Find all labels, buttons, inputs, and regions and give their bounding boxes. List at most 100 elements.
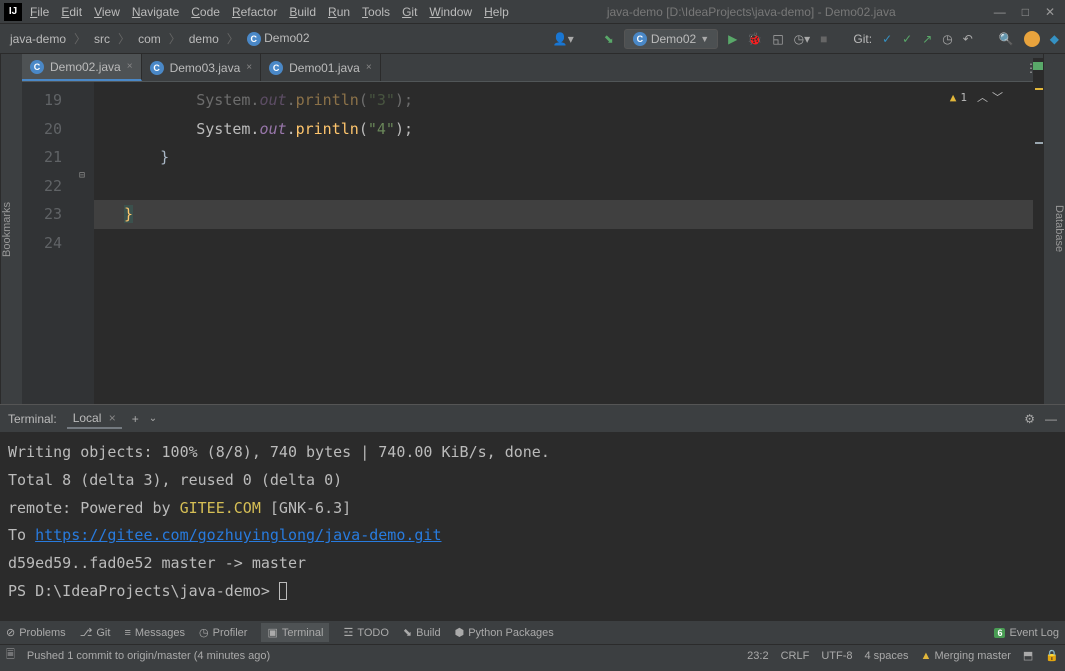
tool-python-packages[interactable]: ⬢Python Packages: [455, 626, 554, 639]
new-terminal-button[interactable]: +: [132, 412, 139, 426]
line-separator[interactable]: CRLF: [781, 650, 810, 662]
tool-terminal[interactable]: ▣ Terminal: [261, 623, 329, 642]
caret-marker: [1035, 142, 1043, 144]
tab-label: Demo02.java: [50, 60, 121, 74]
status-icon[interactable]: 🗏: [6, 646, 15, 665]
chevron-up-icon[interactable]: ︿: [977, 88, 988, 109]
right-tool-stripe: DatabaseSciView: [1043, 54, 1065, 404]
tool-event-log[interactable]: 6Event Log: [994, 627, 1059, 639]
chevron-down-icon[interactable]: ﹀: [992, 88, 1003, 109]
profile-icon[interactable]: ◷▾: [794, 32, 811, 46]
class-icon: C: [30, 60, 44, 74]
breadcrumb-separator: 〉: [227, 30, 239, 47]
git-history-icon[interactable]: ◷: [942, 32, 952, 46]
git-update-icon[interactable]: ✓: [882, 32, 892, 46]
minimize-button[interactable]: ―: [994, 5, 1006, 19]
warning-icon: ▲: [921, 650, 935, 662]
editor-tab[interactable]: CDemo03.java×: [142, 54, 262, 81]
breadcrumb-item[interactable]: com: [134, 30, 165, 48]
tool-label: Profiler: [213, 627, 248, 639]
close-icon[interactable]: ×: [246, 62, 252, 73]
tool-label: Terminal: [282, 627, 324, 639]
editor-tab[interactable]: C Demo02.java ×: [22, 54, 142, 81]
analysis-ok-marker[interactable]: [1033, 62, 1043, 70]
breadcrumb-item[interactable]: src: [90, 30, 114, 48]
menu-view[interactable]: View: [94, 5, 120, 19]
ide-logo: IJ: [4, 3, 22, 21]
analysis-indicator[interactable]: ▲ 1 ︿ ﹀: [950, 88, 1003, 109]
terminal-settings-icon[interactable]: ⚙: [1024, 412, 1035, 426]
run-config-label: Demo02: [651, 32, 696, 46]
tool-git[interactable]: ⎇Git: [80, 626, 111, 639]
caret-position[interactable]: 23:2: [747, 650, 768, 662]
terminal-output[interactable]: Writing objects: 100% (8/8), 740 bytes |…: [0, 433, 1065, 620]
ide-features-icon[interactable]: ◆: [1050, 32, 1059, 46]
editor-tabs: CDemo02.java×CDemo03.java×CDemo01.java×⋮: [22, 54, 1043, 82]
indent-info[interactable]: 4 spaces: [864, 650, 908, 662]
menu-refactor[interactable]: Refactor: [232, 5, 277, 19]
breadcrumb-item[interactable]: demo: [185, 30, 223, 48]
close-button[interactable]: ✕: [1045, 5, 1055, 19]
editor-tab[interactable]: CDemo01.java×: [261, 54, 381, 81]
tool-label: Event Log: [1009, 627, 1059, 639]
terminal-icon: ▣: [267, 626, 277, 639]
stop-icon[interactable]: ■: [820, 32, 827, 46]
tool-messages[interactable]: ≡Messages: [124, 627, 185, 639]
menu-build[interactable]: Build: [289, 5, 316, 19]
tool-window-bookmarks[interactable]: Bookmarks: [1, 201, 13, 256]
menu-git[interactable]: Git: [402, 5, 417, 19]
python-icon: ⬢: [455, 626, 465, 639]
breadcrumb-item[interactable]: java-demo: [6, 30, 70, 48]
problems-icon: ⊘: [6, 626, 15, 639]
avatar-icon[interactable]: [1024, 31, 1040, 47]
tool-label: Problems: [19, 627, 65, 639]
terminal-link[interactable]: https://gitee.com/gozhuyinglong/java-dem…: [35, 526, 441, 544]
maximize-button[interactable]: □: [1022, 5, 1029, 19]
class-icon: C: [633, 32, 647, 46]
main-menu: File Edit View Navigate Code Refactor Build Run…: [30, 5, 509, 19]
menu-edit[interactable]: Edit: [61, 5, 82, 19]
git-commit-icon[interactable]: ✓: [902, 32, 912, 46]
tool-problems[interactable]: ⊘ Problems: [6, 626, 66, 639]
tool-profiler[interactable]: ◷Profiler: [199, 626, 247, 639]
close-icon[interactable]: ×: [127, 61, 133, 72]
tool-todo[interactable]: ☲TODO: [343, 626, 388, 639]
menu-file[interactable]: File: [30, 5, 49, 19]
left-tool-stripe: BookmarksCommitStructureProject: [0, 54, 22, 404]
add-config-icon[interactable]: 👤▾: [553, 32, 574, 46]
menu-run[interactable]: Run: [328, 5, 350, 19]
terminal-hide-button[interactable]: —: [1045, 412, 1057, 426]
warning-marker[interactable]: [1035, 88, 1043, 90]
terminal-tab-label: Local: [73, 411, 102, 425]
tool-window-database[interactable]: Database: [1053, 205, 1065, 252]
terminal-cursor: [279, 582, 287, 600]
terminal-title: Terminal:: [8, 412, 57, 426]
coverage-icon[interactable]: ◱: [772, 32, 783, 46]
menu-window[interactable]: Window: [429, 5, 472, 19]
lock-icon[interactable]: 🔒: [1045, 649, 1059, 662]
terminal-tab-local[interactable]: Local ×: [67, 409, 122, 429]
close-icon[interactable]: ×: [366, 62, 372, 73]
tool-build[interactable]: ⬊Build: [403, 626, 441, 639]
hammer-icon[interactable]: ⬊: [604, 32, 614, 46]
code-editor[interactable]: System.out.println("3"); System.out.prin…: [94, 82, 1043, 404]
menu-code[interactable]: Code: [191, 5, 220, 19]
menu-help[interactable]: Help: [484, 5, 509, 19]
run-config-selector[interactable]: C Demo02 ▼: [624, 29, 718, 49]
terminal-dropdown-icon[interactable]: ⌄: [149, 413, 157, 424]
git-push-icon[interactable]: ↗: [922, 32, 932, 46]
memory-indicator-icon[interactable]: ⬒: [1023, 649, 1033, 662]
fold-marker-icon[interactable]: ⊟: [70, 166, 94, 185]
git-status[interactable]: ▲ Merging master: [921, 650, 1011, 662]
git-rollback-icon[interactable]: ↶: [963, 32, 973, 46]
run-icon[interactable]: ▶: [728, 32, 737, 46]
search-icon[interactable]: 🔍: [999, 32, 1014, 46]
debug-icon[interactable]: 🐞: [747, 32, 762, 46]
close-icon[interactable]: ×: [109, 411, 116, 425]
build-icon: ⬊: [403, 626, 412, 639]
menu-tools[interactable]: Tools: [362, 5, 390, 19]
file-encoding[interactable]: UTF-8: [821, 650, 852, 662]
breadcrumb-item[interactable]: C Demo02: [243, 29, 314, 48]
breadcrumb-separator: 〉: [169, 30, 181, 47]
menu-navigate[interactable]: Navigate: [132, 5, 179, 19]
